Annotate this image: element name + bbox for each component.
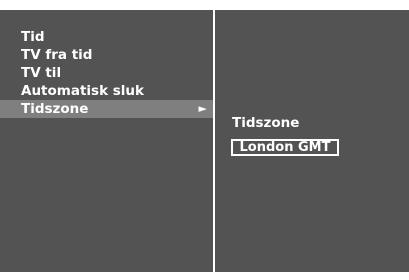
menu-item-tv-fra-tid[interactable]: TV fra tid bbox=[0, 46, 213, 64]
menu-item-tv-til[interactable]: TV til bbox=[0, 64, 213, 82]
menu-item-tid[interactable]: Tid bbox=[0, 28, 213, 46]
timezone-value-field[interactable]: London GMT bbox=[231, 139, 339, 156]
submenu-panel: Tidszone London GMT bbox=[215, 10, 409, 272]
menu-item-tidszone[interactable]: Tidszone ► bbox=[0, 100, 213, 118]
tv-settings-screen: Tid TV fra tid TV til Automatisk sluk Ti… bbox=[0, 0, 409, 280]
menu-item-label: Tidszone bbox=[21, 101, 89, 117]
menu-item-label: Tid bbox=[21, 29, 45, 45]
arrow-right-icon: ► bbox=[198, 102, 207, 115]
main-menu-panel: Tid TV fra tid TV til Automatisk sluk Ti… bbox=[0, 10, 213, 272]
menu-item-label: TV til bbox=[21, 65, 62, 81]
main-menu-list: Tid TV fra tid TV til Automatisk sluk Ti… bbox=[0, 28, 213, 118]
menu-item-label: TV fra tid bbox=[21, 47, 93, 63]
menu-item-automatisk-sluk[interactable]: Automatisk sluk bbox=[0, 82, 213, 100]
submenu-title: Tidszone bbox=[232, 115, 300, 131]
menu-item-label: Automatisk sluk bbox=[21, 83, 145, 99]
